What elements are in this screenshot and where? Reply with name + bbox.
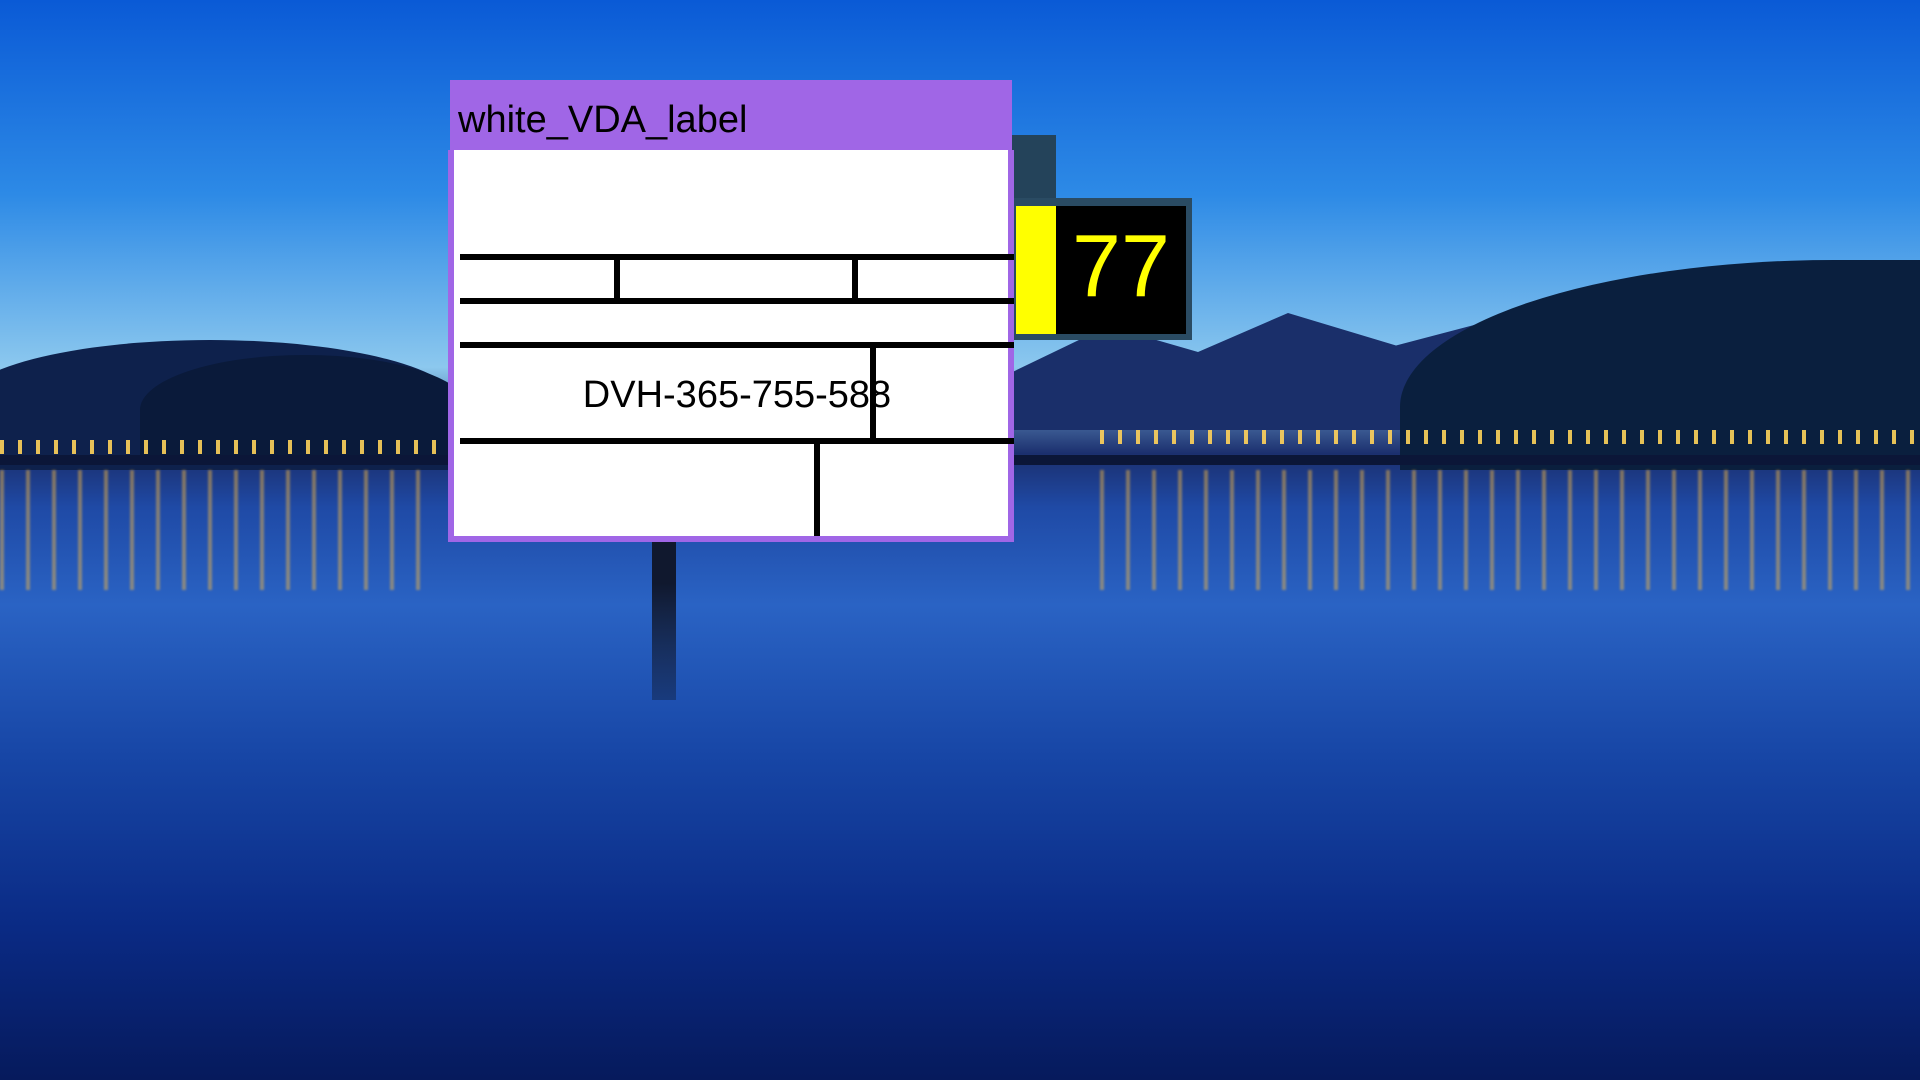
label-title: white_VDA_label [458, 99, 748, 141]
label-divider-2 [460, 298, 1014, 304]
label-titlebar[interactable]: white_VDA_label [450, 80, 1012, 150]
label-body[interactable]: DVH-365-755-588 [448, 150, 1014, 542]
desktop-wallpaper: 77 white_VDA_label DVH-365-755-588 [0, 0, 1920, 1080]
wallpaper-pier-post [652, 520, 676, 700]
wallpaper-reflections-left [0, 470, 440, 590]
wallpaper-town-lights-left [0, 440, 440, 454]
wallpaper-reflections-right [1100, 470, 1920, 590]
label-cell-divider-4 [814, 438, 820, 536]
counter-indicator [1016, 206, 1056, 334]
label-divider-3 [460, 342, 1014, 348]
counter-value: 77 [1072, 216, 1170, 315]
label-code-text: DVH-365-755-588 [582, 374, 892, 416]
label-cell-divider-2 [852, 254, 858, 304]
counter-widget[interactable]: 77 [1010, 198, 1192, 340]
label-window[interactable]: white_VDA_label DVH-365-755-588 [448, 80, 1014, 542]
label-divider-4 [460, 438, 1014, 444]
label-divider-1 [460, 254, 1014, 260]
label-cell-divider-1 [614, 254, 620, 304]
wallpaper-town-lights-right [1100, 430, 1920, 444]
counter-display: 77 [1056, 206, 1186, 334]
